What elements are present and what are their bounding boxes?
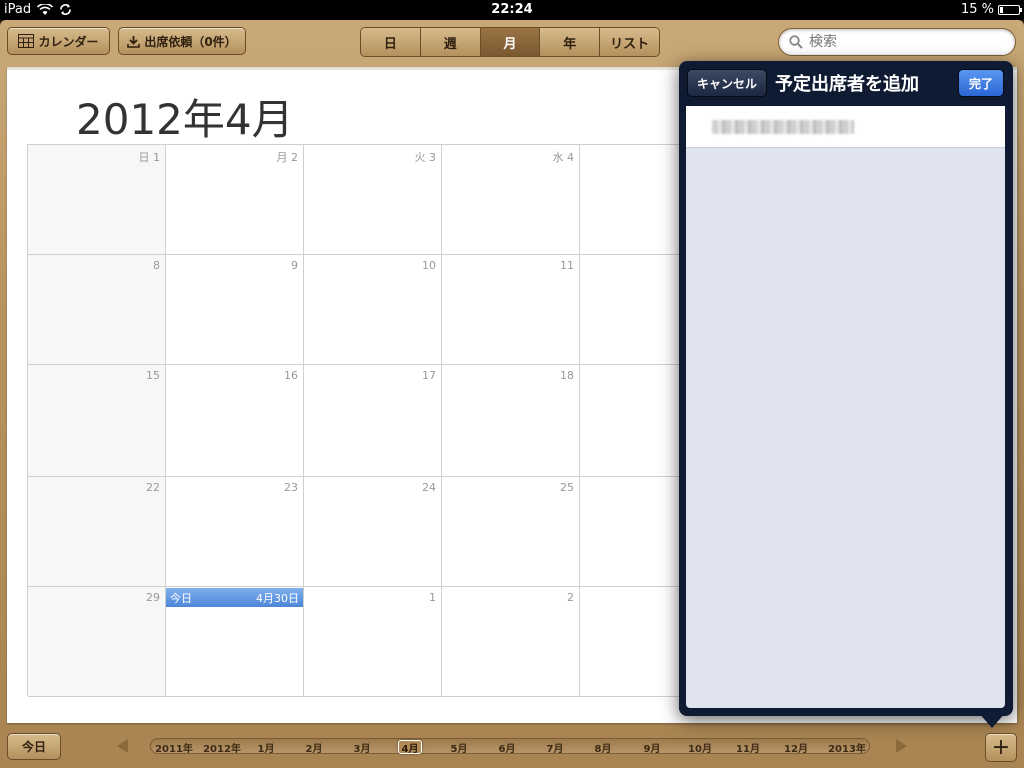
timeline-item[interactable]: 2月 bbox=[302, 740, 326, 755]
status-right: 15 % bbox=[960, 2, 1022, 17]
add-event-button[interactable]: + bbox=[985, 733, 1017, 762]
day-number: 29 bbox=[146, 591, 160, 604]
tab-week[interactable]: 週 bbox=[420, 28, 481, 56]
day-number: 23 bbox=[284, 481, 298, 494]
month-grid: 日 1 月 2 火 3 水 4 8 9 10 11 15 16 17 18 22 23 24 25 29 1 2 bbox=[27, 144, 718, 697]
view-switcher: 日 週 月 年 リスト bbox=[360, 27, 660, 57]
day-number: 16 bbox=[284, 369, 298, 382]
popover-header: キャンセル 予定出席者を追加 完了 bbox=[679, 61, 1013, 105]
day-cell[interactable]: 22 bbox=[28, 477, 166, 587]
today-label: 今日 bbox=[170, 591, 192, 605]
add-invitees-popover: キャンセル 予定出席者を追加 完了 bbox=[679, 61, 1013, 716]
calendars-button[interactable]: カレンダー bbox=[7, 27, 110, 55]
day-cell[interactable]: 15 bbox=[28, 365, 166, 477]
timeline-item[interactable]: 10月 bbox=[686, 740, 714, 755]
month-title: 2012年4月 bbox=[76, 95, 294, 144]
redacted-email bbox=[712, 120, 854, 134]
day-number: 2 bbox=[567, 591, 574, 604]
day-number: 11 bbox=[560, 259, 574, 272]
timeline-item[interactable]: 7月 bbox=[543, 740, 567, 755]
popover-arrow bbox=[978, 712, 1006, 728]
today-marker[interactable]: 今日 4月30日 bbox=[166, 588, 303, 607]
download-icon bbox=[127, 35, 141, 48]
invitations-button-label: 出席依頼（0件） bbox=[144, 34, 237, 49]
today-button[interactable]: 今日 bbox=[7, 733, 61, 760]
tab-year[interactable]: 年 bbox=[540, 28, 601, 56]
search-field[interactable] bbox=[778, 28, 1016, 56]
status-time: 22:24 bbox=[491, 2, 533, 17]
day-cell[interactable]: 17 bbox=[304, 365, 442, 477]
invitee-input[interactable] bbox=[686, 106, 1005, 148]
prev-month-arrow-icon[interactable] bbox=[117, 739, 128, 753]
timeline-item[interactable]: 5月 bbox=[447, 740, 471, 755]
day-number: 18 bbox=[560, 369, 574, 382]
search-icon bbox=[789, 35, 803, 49]
tab-list[interactable]: リスト bbox=[600, 28, 659, 56]
popover-title: 予定出席者を追加 bbox=[775, 74, 919, 95]
day-number: 25 bbox=[560, 481, 574, 494]
day-cell[interactable]: 2 bbox=[442, 587, 580, 697]
battery-icon bbox=[998, 4, 1022, 15]
battery-percent: 15 % bbox=[960, 2, 994, 17]
invitations-button[interactable]: 出席依頼（0件） bbox=[118, 27, 246, 55]
day-cell[interactable]: 水 4 bbox=[442, 145, 580, 255]
day-number: 日 1 bbox=[138, 151, 161, 164]
day-cell[interactable]: 24 bbox=[304, 477, 442, 587]
done-button[interactable]: 完了 bbox=[958, 69, 1004, 97]
day-cell[interactable]: 18 bbox=[442, 365, 580, 477]
timeline-item[interactable]: 2012年 bbox=[202, 740, 242, 755]
day-cell[interactable]: 8 bbox=[28, 255, 166, 365]
day-number: 22 bbox=[146, 481, 160, 494]
day-cell[interactable]: 23 bbox=[166, 477, 304, 587]
timeline-item[interactable]: 2013年 bbox=[827, 740, 867, 755]
cancel-button[interactable]: キャンセル bbox=[687, 69, 767, 97]
day-number: 1 bbox=[429, 591, 436, 604]
today-date: 4月30日 bbox=[256, 591, 299, 605]
calendar-grid-icon bbox=[18, 34, 35, 48]
tab-month[interactable]: 月 bbox=[480, 28, 541, 56]
day-cell[interactable]: 16 bbox=[166, 365, 304, 477]
timeline-item[interactable]: 8月 bbox=[591, 740, 615, 755]
battery-fill bbox=[1000, 6, 1003, 13]
timeline-item[interactable]: 11月 bbox=[734, 740, 762, 755]
day-cell[interactable]: 10 bbox=[304, 255, 442, 365]
timeline-item[interactable]: 2011年 bbox=[154, 740, 194, 755]
day-number: 24 bbox=[422, 481, 436, 494]
day-number: 15 bbox=[146, 369, 160, 382]
tab-day[interactable]: 日 bbox=[361, 28, 421, 56]
day-cell[interactable]: 11 bbox=[442, 255, 580, 365]
day-number: 火 3 bbox=[414, 151, 437, 164]
status-bar: iPad 22:24 15 % bbox=[0, 0, 1024, 20]
day-cell[interactable]: 日 1 bbox=[28, 145, 166, 255]
popover-body bbox=[686, 106, 1005, 708]
day-cell[interactable]: 月 2 bbox=[166, 145, 304, 255]
day-cell[interactable]: 29 bbox=[28, 587, 166, 697]
day-number: 17 bbox=[422, 369, 436, 382]
day-number: 8 bbox=[153, 259, 160, 272]
day-cell[interactable]: 火 3 bbox=[304, 145, 442, 255]
search-input[interactable] bbox=[809, 34, 989, 50]
day-number: 月 2 bbox=[276, 151, 299, 164]
day-number: 10 bbox=[422, 259, 436, 272]
timeline-current-month[interactable]: 4月 bbox=[398, 740, 422, 755]
next-month-arrow-icon[interactable] bbox=[896, 739, 907, 753]
timeline-item[interactable]: 1月 bbox=[254, 740, 278, 755]
timeline-item[interactable]: 9月 bbox=[640, 740, 664, 755]
timeline-item[interactable]: 3月 bbox=[350, 740, 374, 755]
timeline-item[interactable]: 6月 bbox=[495, 740, 519, 755]
day-number: 9 bbox=[291, 259, 298, 272]
day-number: 水 4 bbox=[552, 151, 575, 164]
day-cell[interactable]: 25 bbox=[442, 477, 580, 587]
day-cell[interactable]: 1 bbox=[304, 587, 442, 697]
day-cell[interactable]: 9 bbox=[166, 255, 304, 365]
timeline-item[interactable]: 12月 bbox=[782, 740, 810, 755]
calendars-button-label: カレンダー bbox=[38, 34, 99, 49]
